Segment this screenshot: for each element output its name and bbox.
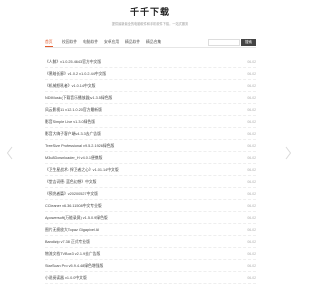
list-item: 风云影视11 v12.1.0.20官方最新版 06-02 — [45, 104, 256, 116]
list-item: M3u8Downloader_H v4.0.1便携版 06-02 — [45, 152, 256, 164]
list-item: 影音Simple Live v1.3.0绿色版 06-02 — [45, 116, 256, 128]
nav-item-featured-collections[interactable]: 精品合集 — [146, 38, 161, 47]
software-list: 《人鲸》v1.0.25.4643官方中文版 06-02 《黑暗长廊》v1.0.2 … — [45, 56, 256, 284]
list-item-date: 06-02 — [247, 264, 256, 268]
list-item-title[interactable]: CCleaner v6.36.11508中文专业版 — [45, 202, 102, 210]
nav-item-android-apps[interactable]: 安卓应用 — [104, 38, 119, 47]
list-item-title[interactable]: 《人鲸》v1.0.25.4643官方中文版 — [45, 58, 101, 66]
list-item-title[interactable]: 小说阅读器 v1.0.0中文版 — [45, 274, 87, 282]
list-item-date: 06-02 — [247, 72, 256, 76]
list-item-title[interactable]: 物流文档TVBox3 v2.1.9去广告版 — [45, 250, 100, 258]
list-item: 影音大嗨子客户端v4.3.3去广告版 06-02 — [45, 128, 256, 140]
list-item: 小说阅读器 v1.0.0中文版 06-02 — [45, 272, 256, 284]
list-item-title[interactable]: 《预兆者篇》v20200527中文版 — [45, 190, 98, 198]
chevron-left-icon[interactable] — [6, 146, 14, 160]
list-item-date: 06-02 — [247, 240, 256, 244]
list-item: NDIMusic(下载音乐播放器)v1.3.5绿色版 06-02 — [45, 92, 256, 104]
list-item-date: 06-02 — [247, 216, 256, 220]
list-item: StarScan Pro v5.9.4.48绿色增强版 06-02 — [45, 260, 256, 272]
list-item: 《卫生星战术: 捍卫者之心》v1.01.14中文版 06-02 — [45, 164, 256, 176]
list-item: CCleaner v6.36.11508中文专业版 06-02 — [45, 200, 256, 212]
list-item-title[interactable]: Bandizip v7.38 正式专业版 — [45, 238, 90, 246]
nav-item-featured-software[interactable]: 精品软件 — [125, 38, 140, 47]
list-item-title[interactable]: 影音大嗨子客户端v4.3.3去广告版 — [45, 130, 101, 138]
list-item-date: 06-02 — [247, 60, 256, 64]
search-box — [208, 39, 240, 55]
list-item-title[interactable]: 《堂吉诃德: 蓝色幻想》中文版 — [45, 178, 96, 186]
nav-item-home[interactable]: 首页 — [45, 38, 53, 47]
list-item-title[interactable]: TreeSize Professional v9.5.2.1926绿色版 — [45, 142, 114, 150]
search-input[interactable] — [209, 49, 239, 55]
list-item: 图片无损放大Topaz Gigapixel AI 06-02 — [45, 224, 256, 236]
list-item: Apowersoft(万能录屏) v1.5.0.9绿色版 06-02 — [45, 212, 256, 224]
list-item: 《人鲸》v1.0.25.4643官方中文版 06-02 — [45, 56, 256, 68]
list-item-date: 06-02 — [247, 192, 256, 196]
list-item-date: 06-02 — [247, 108, 256, 112]
list-item-date: 06-02 — [247, 96, 256, 100]
list-item-date: 06-02 — [247, 156, 256, 160]
list-item-date: 06-02 — [247, 204, 256, 208]
list-item-title[interactable]: 《机械怒吼者》v1.0.14中文版 — [45, 82, 95, 90]
list-item-title[interactable]: 风云影视11 v12.1.0.20官方最新版 — [45, 106, 102, 114]
list-item: 《预兆者篇》v20200527中文版 06-02 — [45, 188, 256, 200]
list-item-date: 06-02 — [247, 132, 256, 136]
list-item: 物流文档TVBox3 v2.1.9去广告版 06-02 — [45, 248, 256, 260]
list-item-title[interactable]: 《黑暗长廊》v1.0.2 v1.0.2.44中文版 — [45, 70, 106, 78]
list-item-title[interactable]: 影音Simple Live v1.3.0绿色版 — [45, 118, 95, 126]
site-subtitle: 提供最新最全的电脑软件和手机软件下载，一站式服务 — [111, 22, 189, 26]
list-item: TreeSize Professional v9.5.2.1926绿色版 06-0… — [45, 140, 256, 152]
list-item-date: 06-02 — [247, 276, 256, 280]
list-item-title[interactable]: 《卫生星战术: 捍卫者之心》v1.01.14中文版 — [45, 166, 119, 174]
list-item-title[interactable]: Apowersoft(万能录屏) v1.5.0.9绿色版 — [45, 214, 108, 222]
list-item: 《机械怒吼者》v1.0.14中文版 06-02 — [45, 80, 256, 92]
list-item: Bandizip v7.38 正式专业版 06-02 — [45, 236, 256, 248]
list-item-title[interactable]: M3u8Downloader_H v4.0.1便携版 — [45, 154, 102, 162]
list-item-title[interactable]: NDIMusic(下载音乐播放器)v1.3.5绿色版 — [45, 94, 112, 102]
site-header: 千千下载 提供最新最全的电脑软件和手机软件下载，一站式服务 — [0, 0, 300, 34]
list-item-date: 06-02 — [247, 168, 256, 172]
nav-item-pc-software[interactable]: 电脑软件 — [83, 38, 98, 47]
site-title[interactable]: 千千下载 — [0, 6, 300, 18]
main-nav: 首页 校园软件 电脑软件 安卓应用 精品软件 精品合集 搜索 — [45, 38, 256, 55]
list-item-title[interactable]: 图片无损放大Topaz Gigapixel AI — [45, 226, 99, 234]
list-item-title[interactable]: StarScan Pro v5.9.4.48绿色增强版 — [45, 262, 103, 270]
nav-item-campus-software[interactable]: 校园软件 — [62, 38, 77, 47]
list-item-date: 06-02 — [247, 228, 256, 232]
chevron-right-icon[interactable] — [284, 146, 292, 160]
list-item-date: 06-02 — [247, 84, 256, 88]
list-item-date: 06-02 — [247, 180, 256, 184]
list-item-date: 06-02 — [247, 144, 256, 148]
list-item-date: 06-02 — [247, 252, 256, 256]
list-item: 《堂吉诃德: 蓝色幻想》中文版 06-02 — [45, 176, 256, 188]
list-item: 《黑暗长廊》v1.0.2 v1.0.2.44中文版 06-02 — [45, 68, 256, 80]
list-item-date: 06-02 — [247, 120, 256, 124]
search-button[interactable]: 搜索 — [241, 39, 256, 46]
